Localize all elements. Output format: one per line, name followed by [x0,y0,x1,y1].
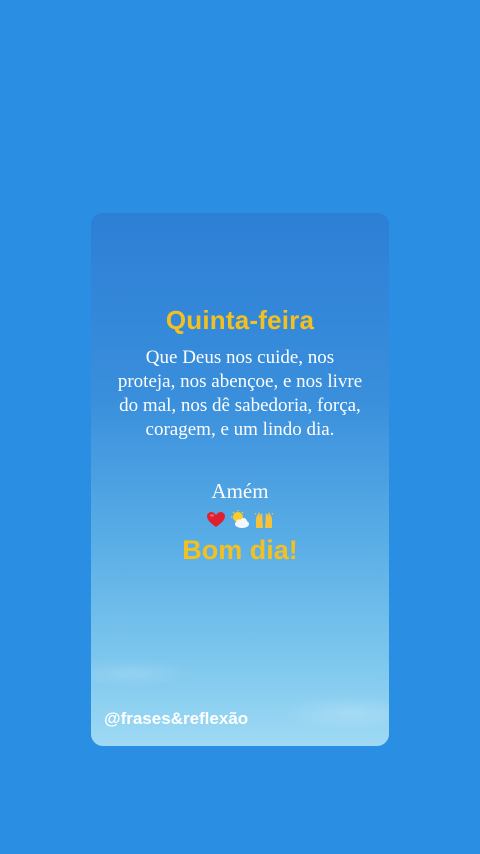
story-card: Quinta-feira Que Deus nos cuide, nos pro… [91,213,389,746]
heart-icon [206,510,226,530]
day-title: Quinta-feira [165,305,315,335]
sun-behind-cloud-icon [230,510,250,530]
message-text: Que Deus nos cuide, nos proteja, nos abe… [117,347,363,440]
greeting-text: Bom dia! [182,535,298,565]
emoji-row [91,509,389,531]
amen-text: Amém [211,479,269,503]
raised-hands-icon [254,510,274,530]
author-handle: @frases&reflexão [104,709,249,728]
